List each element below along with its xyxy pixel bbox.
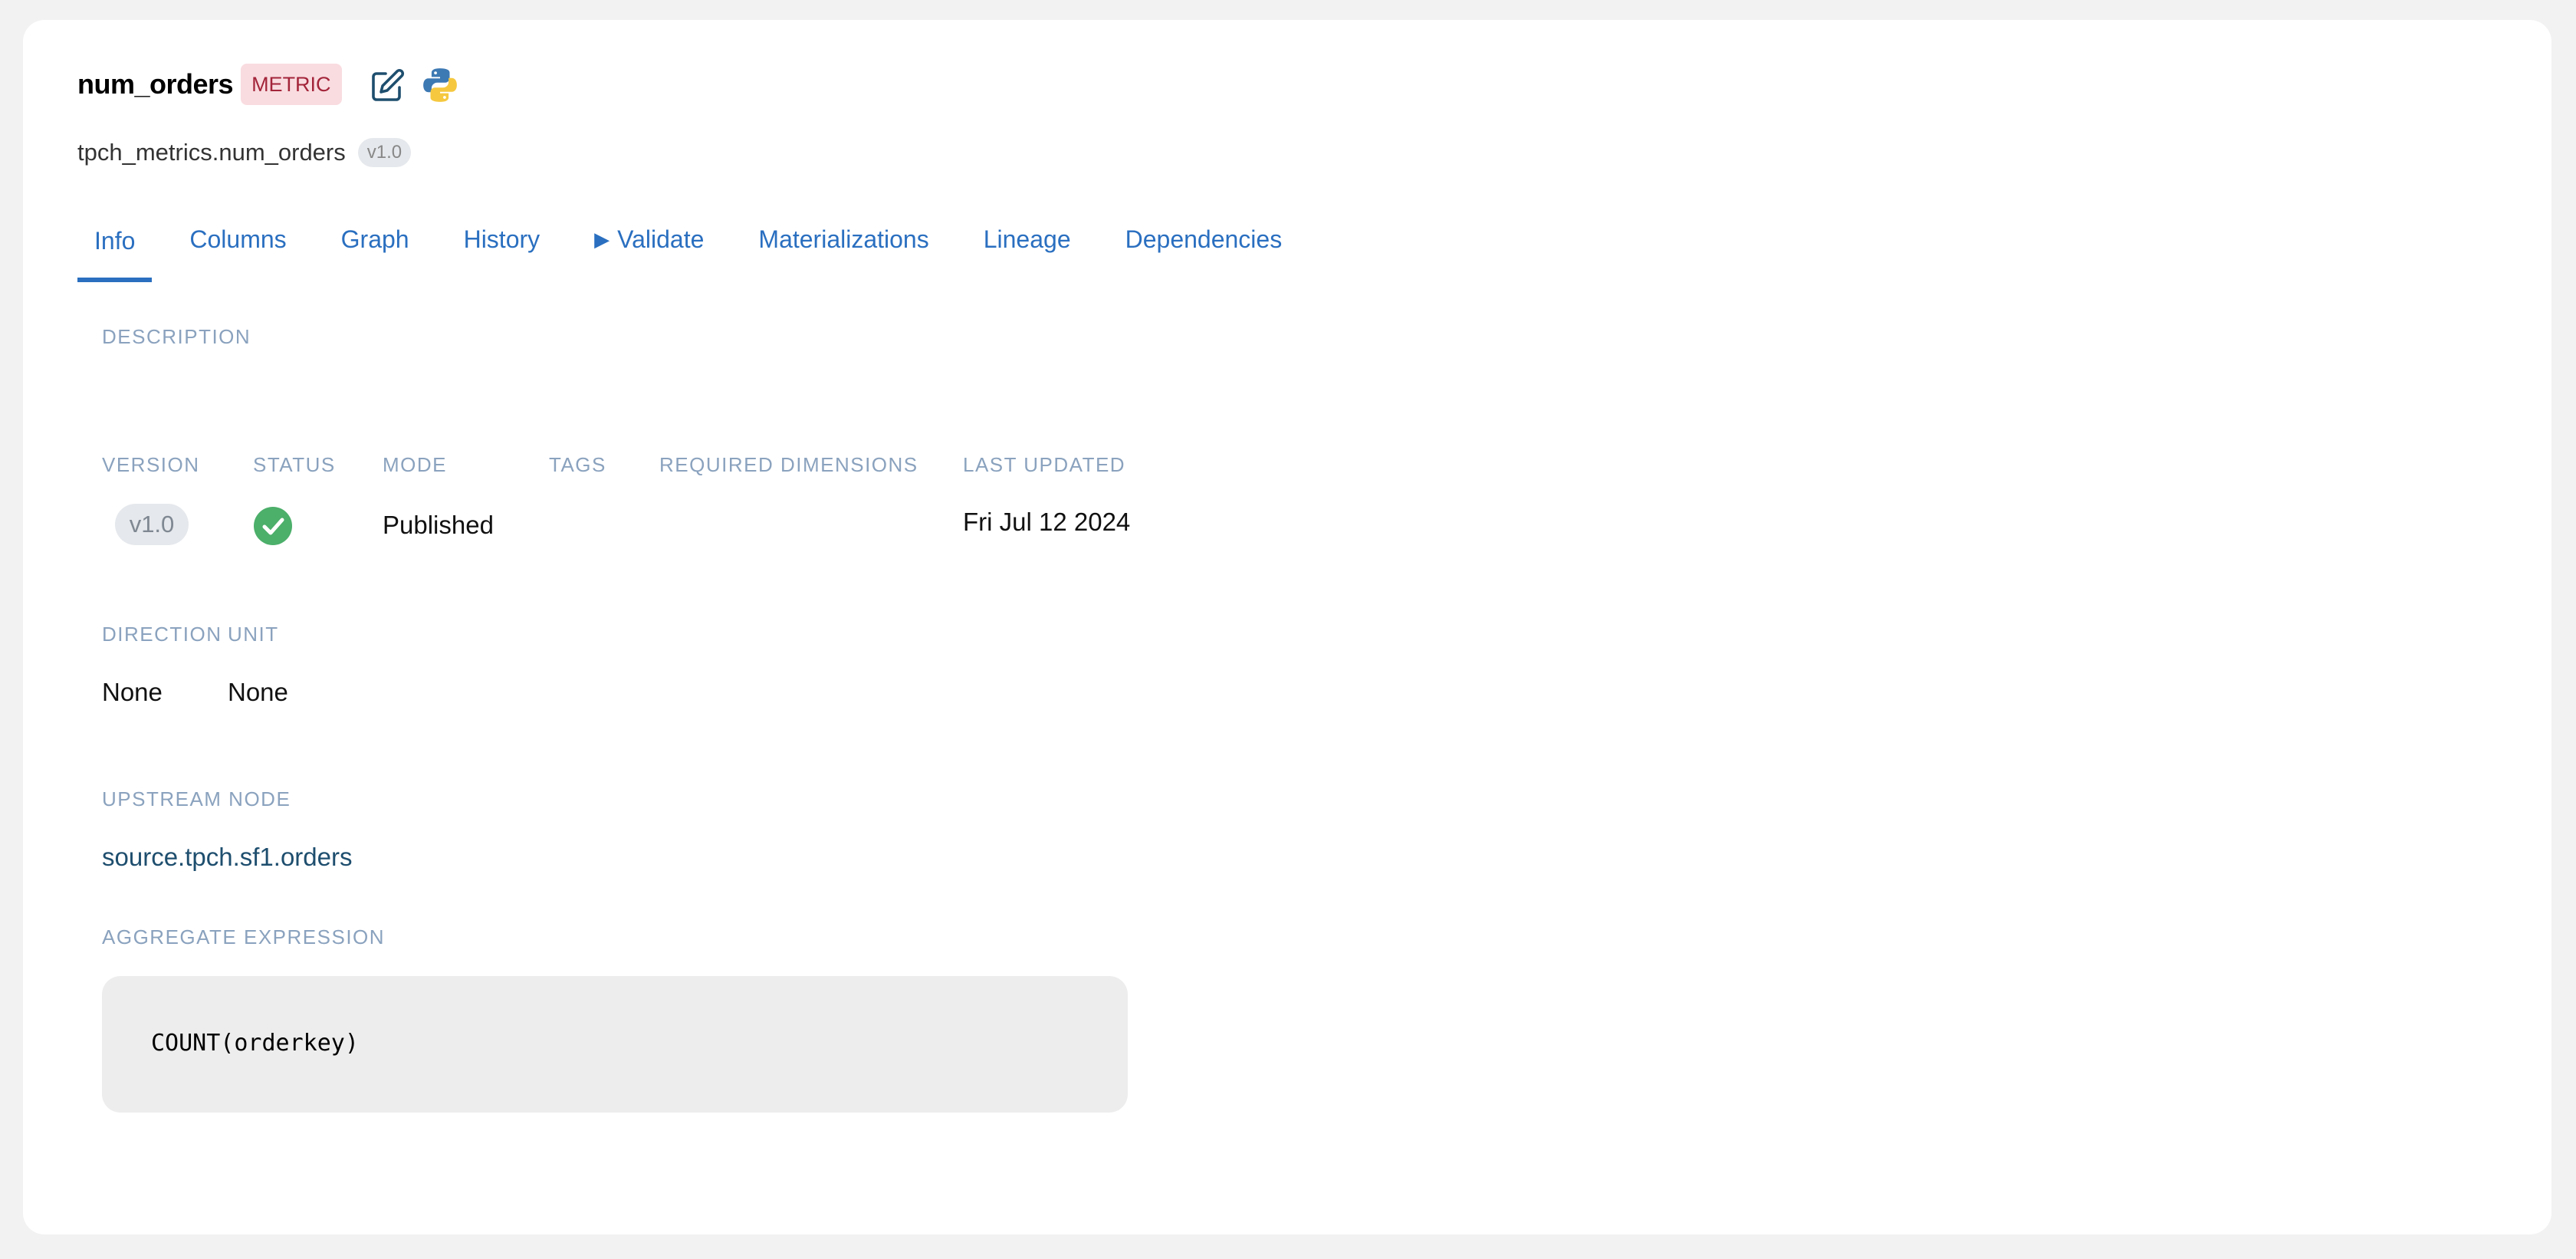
description-label: DESCRIPTION [102, 325, 251, 348]
python-icon [423, 68, 457, 102]
tab-info[interactable]: Info [77, 199, 153, 282]
unit-label: UNIT [228, 623, 279, 646]
aggregate-expression-label: AGGREGATE EXPRESSION [102, 925, 386, 948]
tab-label: Columns [189, 225, 287, 253]
tab-label: Info [94, 226, 136, 255]
tags-label: TAGS [549, 453, 606, 476]
tab-dependencies[interactable]: Dependencies [1109, 199, 1300, 280]
tab-lineage[interactable]: Lineage [967, 199, 1088, 280]
direction-value: None [102, 678, 163, 706]
tab-label: Dependencies [1125, 225, 1283, 253]
direction-label: DIRECTION [102, 623, 222, 646]
tab-history[interactable]: History [447, 199, 557, 280]
check-circle-icon [254, 507, 292, 545]
tab-label: Validate [617, 225, 705, 253]
required-dimensions-label: REQUIRED DIMENSIONS [659, 453, 918, 476]
upstream-node-label: UPSTREAM NODE [102, 787, 291, 810]
tab-bar: Info Columns Graph History ▶ Validate Mat… [77, 199, 1319, 282]
mode-value: Published [383, 511, 494, 539]
tab-label: Graph [340, 225, 409, 253]
mode-label: MODE [383, 453, 447, 476]
status-label: STATUS [253, 453, 336, 476]
python-client-button[interactable] [420, 65, 460, 105]
tab-label: Lineage [983, 225, 1071, 253]
version-label: VERSION [102, 453, 200, 476]
version-value: v1.0 [115, 504, 189, 545]
edit-node-button[interactable] [368, 67, 406, 105]
aggregate-expression-code: COUNT(orderkey) [151, 1030, 359, 1057]
upstream-node-link[interactable]: source.tpch.sf1.orders [102, 843, 353, 872]
last-updated-label: LAST UPDATED [963, 453, 1126, 476]
aggregate-expression-block: COUNT(orderkey) [102, 976, 1128, 1113]
version-chip: v1.0 [357, 138, 412, 167]
node-full-name: tpch_metrics.num_orders [77, 139, 346, 166]
unit-value: None [228, 678, 288, 706]
status-indicator [253, 506, 293, 546]
last-updated-value: Fri Jul 12 2024 [963, 508, 1131, 536]
node-name: num_orders [77, 68, 234, 100]
edit-icon [372, 68, 405, 101]
node-type-badge: METRIC [241, 64, 342, 105]
tab-graph[interactable]: Graph [324, 199, 426, 280]
tab-columns[interactable]: Columns [172, 199, 303, 280]
tab-materializations[interactable]: Materializations [741, 199, 945, 280]
tab-validate[interactable]: ▶ Validate [577, 199, 721, 280]
tab-label: History [463, 225, 540, 253]
play-icon: ▶ [594, 228, 610, 251]
node-subtitle: tpch_metrics.num_orders v1.0 [77, 138, 412, 167]
tab-label: Materializations [758, 225, 929, 253]
title-row: num_orders METRIC [77, 61, 342, 107]
